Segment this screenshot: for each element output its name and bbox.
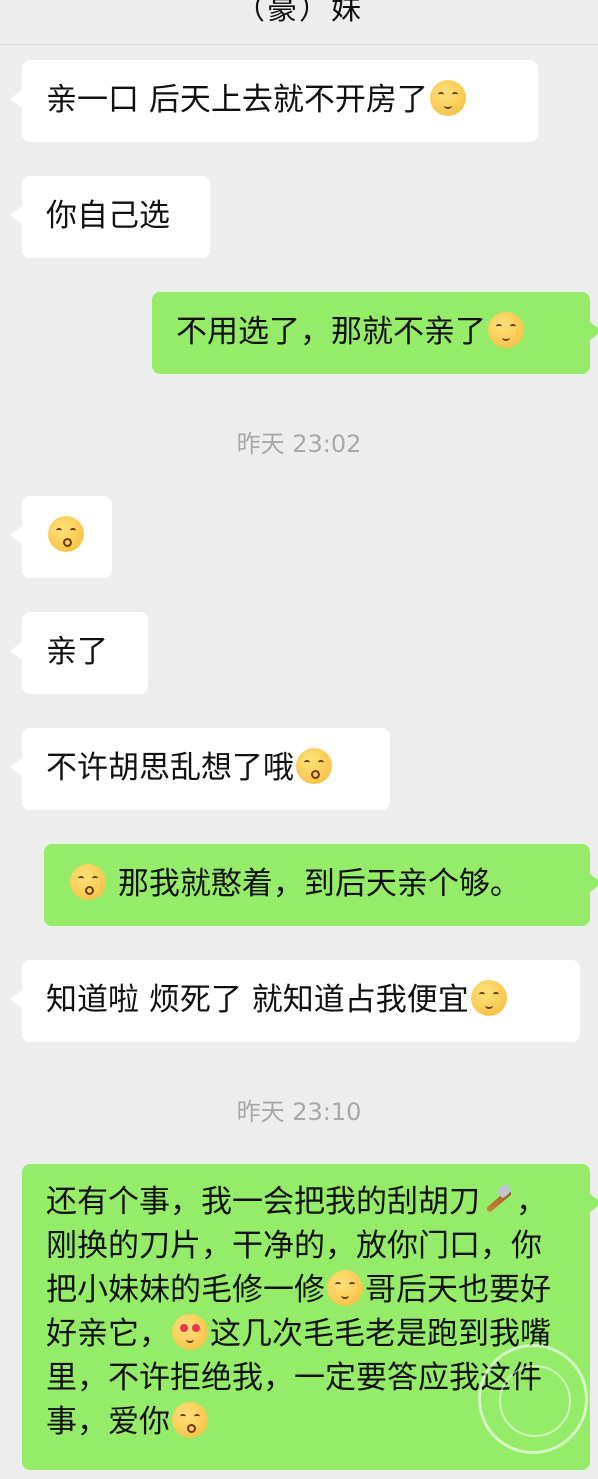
message-bubble[interactable]: 亲了 — [10, 612, 148, 694]
message-bubble-outgoing[interactable]: 不用选了，那就不亲了 — [152, 292, 598, 374]
timestamp: 昨天 23:10 — [236, 1098, 362, 1126]
chat-title: （豪）妹 — [235, 0, 363, 27]
sweat-face-emoji-icon — [488, 312, 524, 348]
message-bubble[interactable] — [10, 496, 112, 578]
message-text: 那我就憨着，到后天亲个够。 — [117, 866, 521, 902]
razor-icon — [480, 1182, 516, 1218]
watermark-seal — [478, 1344, 588, 1454]
chat-header: （豪）妹 — [0, 0, 598, 45]
blowing-kiss-emoji-icon — [172, 1402, 208, 1438]
kissing-face-emoji-icon — [296, 748, 332, 784]
message-text: 知道啦 烦死了 就知道占我便宜 — [46, 982, 469, 1018]
message-bubble[interactable]: 亲一口 后天上去就不开房了 — [10, 60, 538, 142]
message-text: 不许胡思乱想了哦 — [46, 750, 294, 786]
heart-eyes-emoji-icon — [172, 1314, 208, 1350]
message-text: 还有个事，我一会把我的刮胡刀 — [46, 1184, 480, 1220]
message-bubble[interactable]: 知道啦 烦死了 就知道占我便宜 — [10, 960, 580, 1042]
timestamp: 昨天 23:02 — [236, 430, 362, 458]
blowing-kiss-emoji-icon — [70, 864, 106, 900]
message-bubble[interactable]: 不许胡思乱想了哦 — [10, 728, 390, 810]
kissing-face-emoji-icon — [48, 516, 84, 552]
message-text: 你自己选 — [46, 198, 170, 234]
message-bubble[interactable]: 你自己选 — [10, 176, 210, 258]
message-text: 不用选了，那就不亲了 — [176, 314, 486, 350]
message-bubble-outgoing[interactable]: 那我就憨着，到后天亲个够。 — [44, 844, 598, 926]
thinking-face-emoji-icon — [470, 980, 507, 1016]
message-text: 亲了 — [46, 634, 108, 670]
squinting-face-emoji-icon — [429, 80, 466, 116]
message-text: 亲一口 后天上去就不开房了 — [46, 82, 428, 118]
smiling-face-emoji-icon — [327, 1270, 363, 1306]
